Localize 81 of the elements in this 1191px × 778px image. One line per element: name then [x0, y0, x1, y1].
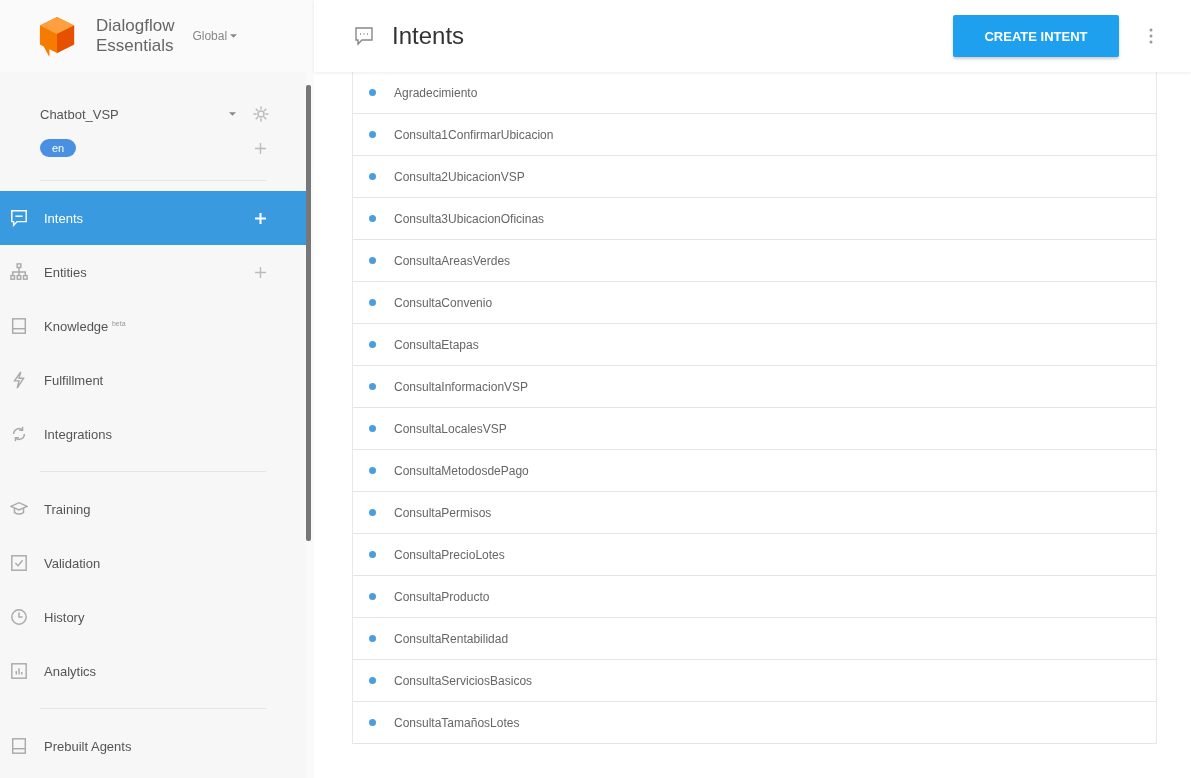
intent-row[interactable]: Consulta3UbicacionOficinas: [353, 198, 1156, 240]
intent-name: Agradecimiento: [394, 85, 478, 100]
intent-name: ConsultaTamañosLotes: [394, 715, 520, 730]
intent-name: ConsultaAreasVerdes: [394, 253, 511, 268]
dot-icon: [369, 593, 376, 600]
intent-row[interactable]: ConsultaPermisos: [353, 492, 1156, 534]
intent-name: Consulta3UbicacionOficinas: [394, 211, 545, 226]
intent-name: ConsultaPrecioLotes: [394, 547, 505, 562]
intent-row[interactable]: ConsultaConvenio: [353, 282, 1156, 324]
dot-icon: [369, 173, 376, 180]
intent-row[interactable]: ConsultaAreasVerdes: [353, 240, 1156, 282]
nav-item[interactable]: Training: [0, 482, 306, 536]
book-icon: [10, 737, 28, 755]
intent-row[interactable]: ConsultaMetodosdePago: [353, 450, 1156, 492]
intent-row[interactable]: ConsultaTamañosLotes: [353, 702, 1156, 744]
intent-name: ConsultaMetodosdePago: [394, 463, 529, 478]
intent-row[interactable]: ConsultaProducto: [353, 576, 1156, 618]
chart-icon: [10, 662, 28, 680]
intent-name: ConsultaServiciosBasicos: [394, 673, 533, 688]
nav-item[interactable]: History: [0, 590, 306, 644]
intent-name: Consulta2UbicacionVSP: [394, 169, 525, 184]
dot-icon: [369, 467, 376, 474]
caret-icon[interactable]: [229, 112, 236, 116]
intent-row[interactable]: ConsultaServiciosBasicos: [353, 660, 1156, 702]
nav-item[interactable]: Knowledge $^{beta}$: [0, 299, 306, 353]
page-title: Intents: [392, 22, 466, 50]
language-chip[interactable]: en: [40, 139, 77, 157]
dot-icon: [369, 257, 376, 264]
nav-item[interactable]: Validation: [0, 536, 306, 590]
hierarchy-icon: [10, 263, 28, 281]
intent-name: ConsultaInformacionVSP: [394, 379, 529, 394]
dot-icon: [369, 509, 376, 516]
more-options-icon[interactable]: [1149, 28, 1153, 44]
region-dropdown[interactable]: Global: [192, 29, 238, 43]
bolt-icon: [10, 371, 28, 389]
intent-name: ConsultaLocalesVSP: [394, 421, 507, 436]
plus-icon[interactable]: [255, 142, 266, 154]
intent-row[interactable]: ConsultaLocalesVSP: [353, 408, 1156, 450]
dot-icon: [369, 677, 376, 684]
dot-icon: [369, 299, 376, 306]
caret-icon: [230, 34, 238, 38]
dot-icon: [369, 131, 376, 138]
intent-row[interactable]: ConsultaInformacionVSP: [353, 366, 1156, 408]
clock-icon: [10, 608, 28, 626]
settings-icon[interactable]: [252, 105, 270, 123]
nav-item[interactable]: Analytics: [0, 644, 306, 698]
intent-name: ConsultaProducto: [394, 589, 490, 604]
product-name: Dialogflow Essentials: [96, 16, 175, 56]
nav-item[interactable]: Prebuilt Agents: [0, 719, 306, 773]
intent-name: ConsultaRentabilidad: [394, 631, 509, 646]
dot-icon: [369, 719, 376, 726]
chat-icon: [10, 209, 28, 227]
intent-row[interactable]: ConsultaPrecioLotes: [353, 534, 1156, 576]
dot-icon: [369, 635, 376, 642]
agent-name[interactable]: Chatbot_VSP: [40, 106, 229, 122]
book-icon: [10, 317, 28, 335]
chat-icon: [354, 26, 374, 46]
add-icon[interactable]: [255, 266, 266, 278]
nav-item[interactable]: Fulfillment: [0, 353, 306, 407]
intent-name: Consulta1ConfirmarUbicacion: [394, 127, 554, 142]
dot-icon: [369, 89, 376, 96]
intent-row[interactable]: Consulta1ConfirmarUbicacion: [353, 114, 1156, 156]
logo-icon: [38, 15, 76, 57]
intent-name: ConsultaPermisos: [394, 505, 492, 520]
intent-row[interactable]: Consulta2UbicacionVSP: [353, 156, 1156, 198]
dot-icon: [369, 425, 376, 432]
intent-row[interactable]: ConsultaRentabilidad: [353, 618, 1156, 660]
dot-icon: [369, 341, 376, 348]
dot-icon: [369, 551, 376, 558]
intent-row[interactable]: ConsultaEtapas: [353, 324, 1156, 366]
scrollbar-thumb[interactable]: [306, 85, 311, 541]
sync-icon: [10, 425, 28, 443]
intent-name: ConsultaConvenio: [394, 295, 493, 310]
nav-item[interactable]: Entities: [0, 245, 306, 299]
intent-name: ConsultaEtapas: [394, 337, 479, 352]
intent-row[interactable]: Agradecimiento: [353, 72, 1156, 114]
dot-icon: [369, 383, 376, 390]
graduation-cap-icon: [10, 500, 28, 518]
dot-icon: [369, 215, 376, 222]
checkbox-icon: [10, 554, 28, 572]
nav-item[interactable]: Integrations: [0, 407, 306, 461]
